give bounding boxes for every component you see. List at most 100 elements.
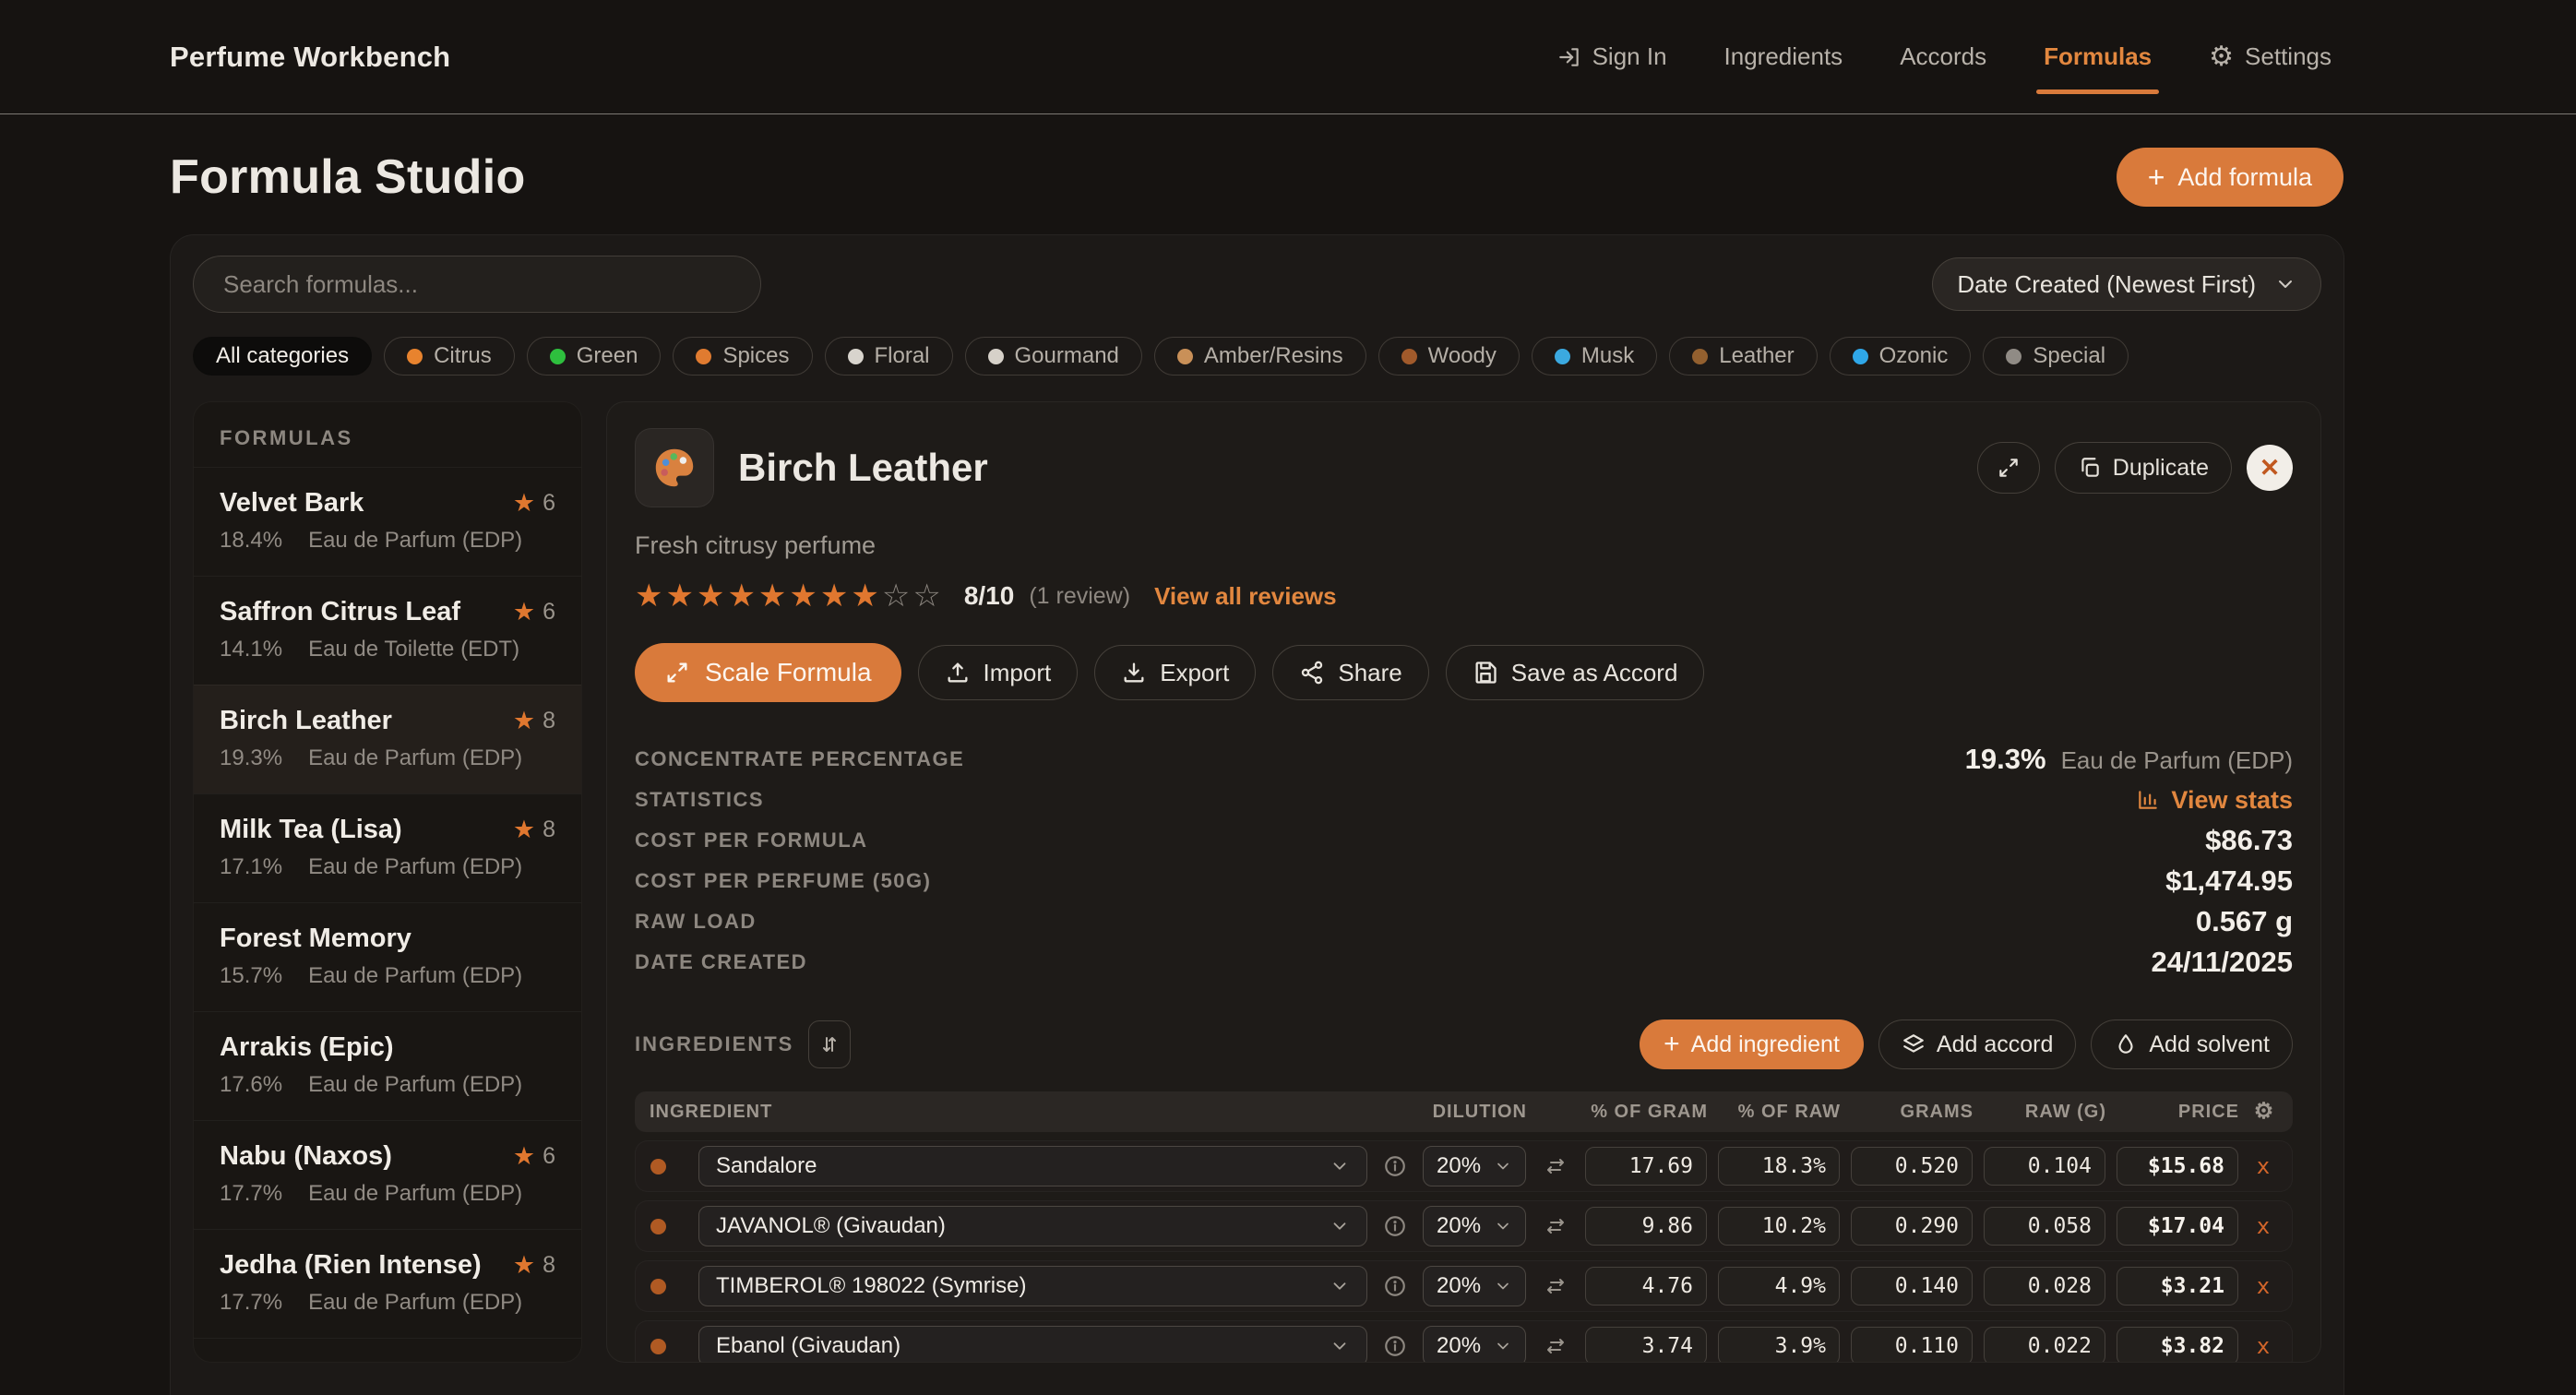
add-accord-button[interactable]: Add accord [1878,1019,2076,1069]
remove-ingredient-button[interactable]: x [2249,1153,2277,1179]
grams-field[interactable]: 0.520 [1851,1147,1973,1186]
duplicate-button[interactable]: Duplicate [2055,442,2232,494]
col-dilution: DILUTION [1424,1102,1527,1123]
category-chip[interactable]: Special [1983,337,2129,376]
view-stats-link[interactable]: View stats [2136,786,2293,815]
save-icon [1473,660,1498,686]
remove-ingredient-button[interactable]: x [2249,1273,2277,1299]
formula-list-item[interactable]: Arrakis (Epic) 17.6% Eau de Parfum (EDP) [194,1011,581,1120]
save-as-accord-button[interactable]: Save as Accord [1446,645,1705,700]
sort-ingredients-button[interactable] [808,1020,851,1068]
raw-g-field[interactable]: 0.028 [1984,1267,2105,1306]
formula-concentration: 14.1% [220,637,282,662]
nav-settings[interactable]: ⚙ Settings [2209,0,2332,114]
formula-list-item[interactable]: Nabu (Naxos) ★ 6 17.7% Eau de Parfum (ED… [194,1120,581,1229]
add-ingredient-button[interactable]: + Add ingredient [1640,1019,1864,1069]
swap-icon[interactable] [1537,1155,1574,1177]
formula-type: Eau de Parfum (EDP) [308,1181,522,1207]
formula-list-item[interactable]: Velvet Bark ★ 6 18.4% Eau de Parfum (EDP… [194,467,581,576]
dilution-select[interactable]: 20% [1423,1206,1526,1246]
nav-accords[interactable]: Accords [1900,0,1986,114]
formula-description: Fresh citrusy perfume [635,531,2293,560]
export-button[interactable]: Export [1094,645,1256,700]
category-chip[interactable]: Woody [1378,337,1520,376]
grams-field[interactable]: 0.290 [1851,1207,1973,1246]
pct-of-gram-field[interactable]: 9.86 [1585,1207,1707,1246]
category-chip[interactable]: Musk [1532,337,1657,376]
pct-of-gram-field[interactable]: 17.69 [1585,1147,1707,1186]
search-input[interactable] [193,256,761,313]
ingredient-select[interactable]: TIMBEROL® 198022 (Symrise) [698,1266,1367,1306]
formula-list-item[interactable]: Forest Memory 15.7% Eau de Parfum (EDP) [194,902,581,1011]
raw-g-field[interactable]: 0.104 [1984,1147,2105,1186]
category-chip[interactable]: Ozonic [1830,337,1972,376]
add-solvent-button[interactable]: Add solvent [2091,1019,2293,1069]
formula-list-item[interactable]: Jedha (Rien Intense) ★ 8 17.7% Eau de Pa… [194,1229,581,1338]
add-formula-button[interactable]: + Add formula [2117,148,2343,207]
category-chip[interactable]: Green [527,337,662,376]
chevron-down-icon [2274,273,2296,295]
raw-g-field[interactable]: 0.022 [1984,1327,2105,1363]
dilution-select[interactable]: 20% [1423,1266,1526,1306]
column-settings-gear-icon[interactable]: ⚙ [2250,1101,2278,1123]
nav-formulas[interactable]: Formulas [2044,0,2152,114]
dilution-select[interactable]: 20% [1423,1146,1526,1186]
filter-row: Date Created (Newest First) [193,256,2321,313]
ingredient-select[interactable]: JAVANOL® (Givaudan) [698,1206,1367,1246]
pct-of-gram-field[interactable]: 3.74 [1585,1327,1707,1363]
remove-ingredient-button[interactable]: x [2249,1213,2277,1239]
import-button[interactable]: Import [918,645,1079,700]
app-header: Perfume Workbench Sign In Ingredients Ac… [0,0,2576,114]
swap-icon[interactable] [1537,1335,1574,1357]
view-all-reviews-link[interactable]: View all reviews [1154,582,1337,611]
formula-list-item[interactable]: Milk Tea (Lisa) ★ 8 17.1% Eau de Parfum … [194,793,581,902]
nav-ingredients[interactable]: Ingredients [1724,0,1843,114]
grams-field[interactable]: 0.110 [1851,1327,1973,1363]
pct-of-raw-field[interactable]: 3.9% [1718,1327,1840,1363]
scale-formula-button[interactable]: Scale Formula [635,643,901,702]
raw-g-field[interactable]: 0.058 [1984,1207,2105,1246]
category-chip[interactable]: All categories [193,337,372,376]
share-button[interactable]: Share [1272,645,1428,700]
category-chip[interactable]: Amber/Resins [1154,337,1366,376]
formula-list-item[interactable]: Birch Leather ★ 8 19.3% Eau de Parfum (E… [194,685,581,793]
category-chip[interactable]: Floral [825,337,953,376]
pct-of-gram-field[interactable]: 4.76 [1585,1267,1707,1306]
pct-of-raw-field[interactable]: 4.9% [1718,1267,1840,1306]
grams-field[interactable]: 0.140 [1851,1267,1973,1306]
ingredients-toolbar: INGREDIENTS + Add ingredient Add accord [635,1019,2293,1069]
formula-concentration: 19.3% [220,745,282,771]
formula-concentration: 17.1% [220,854,282,880]
close-button[interactable]: ✕ [2247,445,2293,491]
add-accord-label: Add accord [1937,1031,2053,1058]
formula-list-item[interactable]: Saffron Citrus Leaf ★ 6 14.1% Eau de Toi… [194,576,581,685]
formula-rating: ★ 8 [513,817,555,843]
ingredient-select[interactable]: Sandalore [698,1146,1367,1186]
swap-icon[interactable] [1537,1215,1574,1237]
stat-date-created: DATE CREATED 24/11/2025 [635,942,2293,983]
info-icon[interactable] [1378,1154,1412,1178]
dilution-select[interactable]: 20% [1423,1326,1526,1363]
info-icon[interactable] [1378,1334,1412,1358]
category-chip[interactable]: Citrus [384,337,515,376]
nav-sign-in[interactable]: Sign In [1557,0,1667,114]
pct-of-raw-field[interactable]: 18.3% [1718,1147,1840,1186]
chevron-down-icon [1330,1216,1350,1236]
stat-concentrate: CONCENTRATE PERCENTAGE 19.3% Eau de Parf… [635,739,2293,780]
ingredient-select[interactable]: Ebanol (Givaudan) [698,1326,1367,1363]
category-chip[interactable]: Leather [1669,337,1817,376]
swap-icon[interactable] [1537,1275,1574,1297]
pct-of-raw-field[interactable]: 10.2% [1718,1207,1840,1246]
info-icon[interactable] [1378,1214,1412,1238]
export-label: Export [1160,659,1229,687]
category-chip[interactable]: Gourmand [965,337,1142,376]
formula-list-item[interactable]: 1996 18.2% Eau de Parfum (EDP) [194,1338,581,1363]
remove-ingredient-button[interactable]: x [2249,1333,2277,1359]
info-icon[interactable] [1378,1274,1412,1298]
expand-button[interactable] [1977,442,2040,494]
rating-score: 8/10 [964,581,1015,611]
stat-raw-load: RAW LOAD 0.567 g [635,901,2293,942]
sort-dropdown[interactable]: Date Created (Newest First) [1932,257,2321,311]
formula-subtitle: 17.1% Eau de Parfum (EDP) [220,854,555,880]
category-chip[interactable]: Spices [673,337,812,376]
